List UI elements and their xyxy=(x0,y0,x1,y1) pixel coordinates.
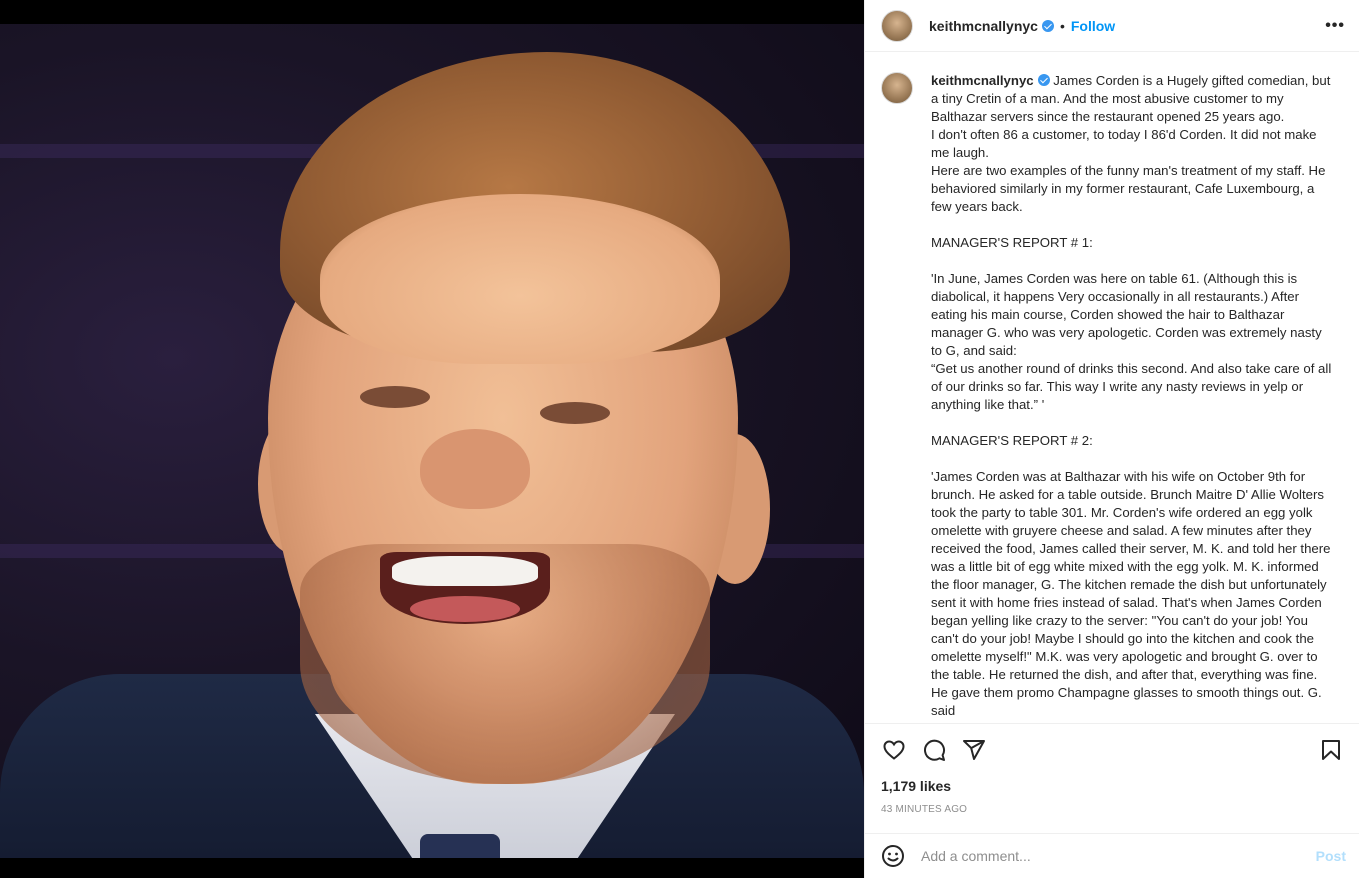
post-comment-button[interactable]: Post xyxy=(1316,848,1346,864)
verified-badge-icon xyxy=(1041,19,1054,32)
photo-tie xyxy=(420,834,500,858)
emoji-icon[interactable] xyxy=(881,844,905,868)
photo-teeth xyxy=(392,556,538,586)
photo-eye xyxy=(360,386,430,408)
heart-icon[interactable] xyxy=(881,737,907,763)
comment-icon[interactable] xyxy=(921,737,947,763)
caption-username-link[interactable]: keithmcnallynyc xyxy=(931,73,1034,88)
bookmark-icon[interactable] xyxy=(1318,737,1344,763)
avatar[interactable] xyxy=(881,9,913,42)
post-panel: keithmcnallynyc • Follow ••• keithmcnall… xyxy=(864,0,1359,878)
post-header: keithmcnallynyc • Follow ••• xyxy=(865,0,1359,52)
photo-eye xyxy=(540,402,610,424)
caption-body: James Corden is a Hugely gifted comedian… xyxy=(931,73,1332,718)
verified-badge-icon xyxy=(1037,74,1050,86)
post-photo xyxy=(0,24,864,858)
post-media[interactable] xyxy=(0,0,864,878)
post-timestamp[interactable]: 43 MINUTES AGO xyxy=(881,804,1344,815)
comment-bar: Post xyxy=(865,833,1359,878)
follow-button[interactable]: Follow xyxy=(1071,18,1115,34)
avatar[interactable] xyxy=(881,72,913,104)
share-icon[interactable] xyxy=(961,737,987,763)
photo-nose xyxy=(420,429,530,509)
photo-forehead xyxy=(320,194,720,364)
more-options-icon[interactable]: ••• xyxy=(1325,17,1345,35)
action-bar: 1,179 likes 43 MINUTES AGO xyxy=(865,723,1359,815)
username-link[interactable]: keithmcnallynyc xyxy=(929,18,1038,34)
caption: keithmcnallynyc James Corden is a Hugely… xyxy=(931,72,1336,722)
separator-dot: • xyxy=(1059,17,1065,34)
action-row xyxy=(881,736,1344,764)
likes-count[interactable]: 1,179 likes xyxy=(881,778,1344,794)
caption-area[interactable]: keithmcnallynyc James Corden is a Hugely… xyxy=(865,52,1359,722)
photo-tongue xyxy=(410,596,520,622)
comment-input[interactable] xyxy=(921,848,1316,864)
